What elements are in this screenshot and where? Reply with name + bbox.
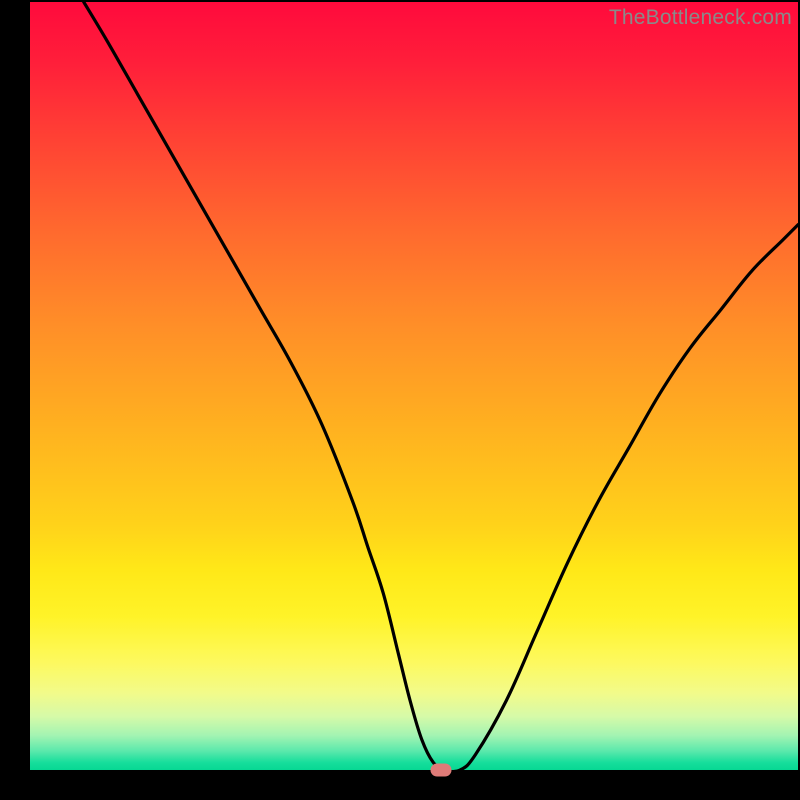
minimum-marker-icon (430, 764, 451, 777)
bottleneck-curve (84, 2, 798, 770)
chart-frame: TheBottleneck.com (0, 0, 800, 800)
plot-area: TheBottleneck.com (30, 2, 798, 770)
curve-svg (30, 2, 798, 770)
